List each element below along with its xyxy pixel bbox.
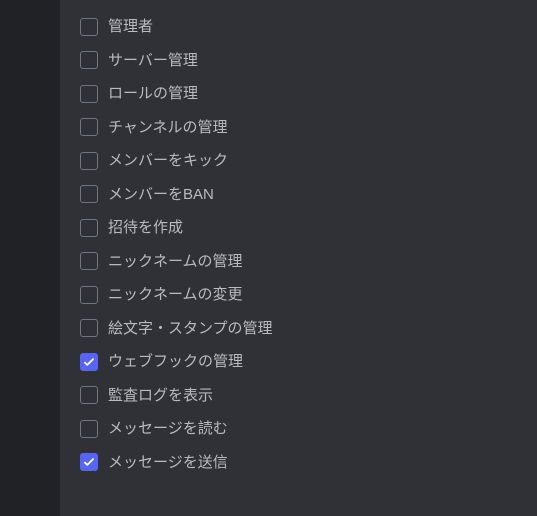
permission-label: ウェブフックの管理 — [108, 352, 243, 372]
permission-label: メッセージを送信 — [108, 453, 228, 473]
checkbox[interactable] — [80, 252, 98, 270]
permission-item[interactable]: メンバーをBAN — [80, 178, 537, 212]
permission-label: チャンネルの管理 — [108, 118, 228, 138]
permission-label: 絵文字・スタンプの管理 — [108, 319, 273, 339]
permission-item[interactable]: メッセージを読む — [80, 412, 537, 446]
check-icon — [82, 455, 96, 469]
permission-item[interactable]: ウェブフックの管理 — [80, 345, 537, 379]
checkbox[interactable] — [80, 286, 98, 304]
checkbox[interactable] — [80, 319, 98, 337]
checkbox[interactable] — [80, 85, 98, 103]
permission-label: 招待を作成 — [108, 218, 183, 238]
permission-item[interactable]: メンバーをキック — [80, 144, 537, 178]
permission-label: 管理者 — [108, 17, 153, 37]
permission-list: 管理者 サーバー管理 ロールの管理 チャンネルの管理 メンバーをキック メンバー… — [80, 10, 537, 479]
permission-label: ニックネームの変更 — [108, 285, 243, 305]
permission-label: サーバー管理 — [108, 51, 198, 71]
permission-item[interactable]: ニックネームの管理 — [80, 245, 537, 279]
permission-item[interactable]: サーバー管理 — [80, 44, 537, 78]
checkbox[interactable] — [80, 18, 98, 36]
checkbox[interactable] — [80, 420, 98, 438]
check-icon — [82, 355, 96, 369]
checkbox[interactable] — [80, 152, 98, 170]
permission-label: メッセージを読む — [108, 419, 228, 439]
permission-item[interactable]: チャンネルの管理 — [80, 111, 537, 145]
permission-item[interactable]: ロールの管理 — [80, 77, 537, 111]
permission-item[interactable]: 管理者 — [80, 10, 537, 44]
permission-item[interactable]: 招待を作成 — [80, 211, 537, 245]
checkbox[interactable] — [80, 51, 98, 69]
permission-label: ニックネームの管理 — [108, 252, 243, 272]
permission-item[interactable]: 監査ログを表示 — [80, 379, 537, 413]
permission-item[interactable]: ニックネームの変更 — [80, 278, 537, 312]
permission-item[interactable]: メッセージを送信 — [80, 446, 537, 480]
checkbox[interactable] — [80, 118, 98, 136]
checkbox[interactable] — [80, 185, 98, 203]
permission-item[interactable]: 絵文字・スタンプの管理 — [80, 312, 537, 346]
checkbox[interactable] — [80, 386, 98, 404]
checkbox[interactable] — [80, 453, 98, 471]
permission-label: メンバーをキック — [108, 151, 228, 171]
checkbox[interactable] — [80, 353, 98, 371]
permission-label: ロールの管理 — [108, 84, 198, 104]
permission-label: 監査ログを表示 — [108, 386, 213, 406]
permission-label: メンバーをBAN — [108, 185, 214, 205]
checkbox[interactable] — [80, 219, 98, 237]
